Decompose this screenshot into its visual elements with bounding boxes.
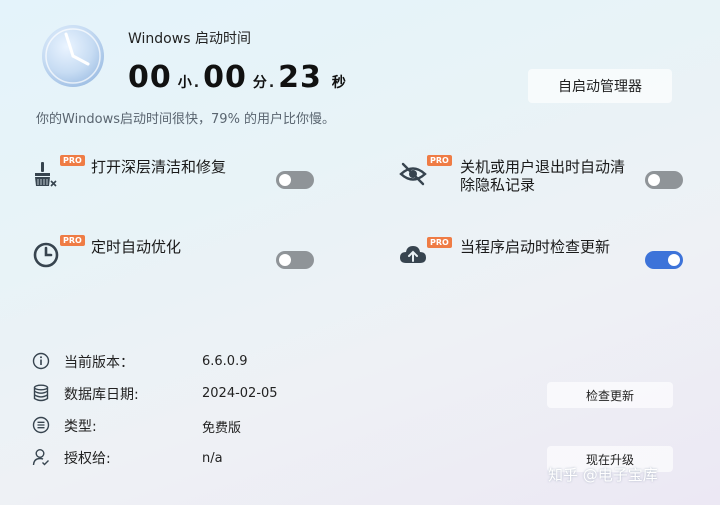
privacy-clear-label-line2: 除隐私记录	[460, 176, 536, 194]
scheduled-optimize-label: 定时自动优化	[91, 238, 182, 256]
boot-minutes: 00	[203, 60, 247, 95]
check-update-button[interactable]: 检查更新	[547, 382, 673, 408]
time-separator: .	[193, 75, 200, 91]
database-date-label: 数据库日期:	[64, 387, 139, 403]
check-update-on-start-toggle[interactable]	[645, 251, 683, 269]
license-label: 授权给:	[64, 451, 111, 467]
check-update-on-start-label: 当程序启动时检查更新	[460, 238, 611, 256]
toggle-knob	[279, 174, 291, 186]
toggle-knob	[648, 174, 660, 186]
hours-unit: 小	[177, 75, 192, 91]
clock-schedule-icon	[32, 241, 60, 269]
cloud-upload-icon	[399, 241, 427, 269]
privacy-clear-toggle[interactable]	[645, 171, 683, 189]
boot-time-display: 00 小 . 00 分 . 23 秒	[128, 60, 348, 95]
info-circle-icon	[32, 352, 50, 370]
boot-time-title: Windows 启动时间	[128, 31, 251, 47]
privacy-clear-label: 关机或用户退出时自动清 除隐私记录	[460, 158, 625, 194]
scheduled-optimize-toggle[interactable]	[276, 251, 314, 269]
privacy-clear-label-line1: 关机或用户退出时自动清	[460, 158, 626, 176]
database-date-value: 2024-02-05	[202, 386, 278, 401]
user-license-icon	[32, 448, 50, 466]
pro-badge: PRO	[427, 237, 452, 248]
deep-clean-label: 打开深层清洁和修复	[91, 158, 227, 176]
version-value: 6.6.0.9	[202, 354, 248, 369]
version-label: 当前版本：	[64, 355, 134, 371]
boot-seconds: 23	[278, 60, 322, 95]
minutes-unit: 分	[252, 75, 267, 91]
license-value: n/a	[202, 451, 223, 466]
list-type-icon	[32, 416, 50, 434]
startup-clock-icon	[38, 20, 108, 90]
privacy-eye-icon	[399, 160, 427, 188]
startup-manager-button[interactable]: 自启动管理器	[528, 69, 672, 103]
watermark-text: 知乎 @电子宝库	[548, 466, 658, 484]
time-separator: .	[268, 75, 275, 91]
boot-hours: 00	[128, 60, 172, 95]
database-icon	[32, 384, 50, 402]
pro-badge: PRO	[60, 155, 85, 166]
type-value: 免费版	[202, 421, 242, 436]
boot-time-description: 你的Windows启动时间很快，79% 的用户比你慢。	[36, 112, 336, 127]
toggle-knob	[668, 254, 680, 266]
pro-badge: PRO	[427, 155, 452, 166]
type-label: 类型:	[64, 419, 97, 435]
pro-badge: PRO	[60, 235, 85, 246]
deep-clean-toggle[interactable]	[276, 171, 314, 189]
toggle-knob	[279, 254, 291, 266]
broom-icon	[32, 160, 60, 188]
seconds-unit: 秒	[331, 75, 346, 91]
